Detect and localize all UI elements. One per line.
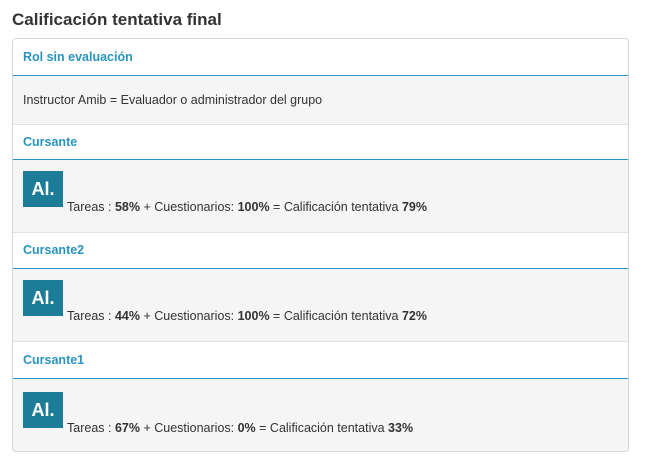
grades-panel: Rol sin evaluación Instructor Amib = Eva… [12, 38, 629, 452]
student-name[interactable]: Cursante2 [23, 243, 84, 257]
student-avatar[interactable]: Al. [23, 280, 63, 316]
final-grade-value: 72% [401, 309, 427, 323]
student-grade-body: Al. Tareas : 44% + Cuestionarios: 100% =… [13, 269, 628, 341]
cuestionarios-label: + Cuestionarios: [139, 309, 238, 323]
tareas-label: Tareas : [67, 200, 115, 214]
student-name[interactable]: Cursante [23, 135, 77, 149]
cuestionarios-value: 100% [237, 309, 270, 323]
final-grade-value: 79% [401, 200, 427, 214]
cuestionarios-value: 0% [237, 421, 256, 435]
student-grade-body: Al. Tareas : 67% + Cuestionarios: 0% = C… [13, 379, 628, 451]
role-description: Instructor Amib = Evaluador o administra… [23, 93, 323, 107]
student-grade-body: Al. Tareas : 58% + Cuestionarios: 100% =… [13, 160, 628, 232]
tareas-label: Tareas : [67, 309, 115, 323]
student-avatar[interactable]: Al. [23, 171, 63, 207]
student-name[interactable]: Cursante1 [23, 353, 84, 367]
section-header-student: Cursante [13, 125, 628, 160]
final-label: = Calificación tentativa [269, 200, 402, 214]
tareas-value: 67% [114, 421, 140, 435]
grade-summary: Tareas : 44% + Cuestionarios: 100% = Cal… [67, 309, 427, 323]
cuestionarios-label: + Cuestionarios: [139, 200, 238, 214]
student-avatar[interactable]: Al. [23, 392, 63, 428]
role-section-title: Rol sin evaluación [23, 50, 133, 64]
page-title: Calificación tentativa final [12, 10, 222, 29]
final-label: = Calificación tentativa [269, 309, 402, 323]
section-header-student: Cursante1 [13, 342, 628, 379]
final-label: = Calificación tentativa [255, 421, 389, 435]
grade-summary: Tareas : 67% + Cuestionarios: 0% = Calif… [67, 421, 413, 435]
role-section-body: Instructor Amib = Evaluador o administra… [13, 76, 628, 124]
cuestionarios-label: + Cuestionarios: [139, 421, 238, 435]
tareas-value: 58% [114, 200, 140, 214]
grade-summary: Tareas : 58% + Cuestionarios: 100% = Cal… [67, 200, 427, 214]
tareas-value: 44% [114, 309, 140, 323]
final-grade-value: 33% [388, 421, 414, 435]
tareas-label: Tareas : [67, 421, 115, 435]
section-header-role: Rol sin evaluación [13, 39, 628, 76]
section-header-student: Cursante2 [13, 233, 628, 269]
cuestionarios-value: 100% [237, 200, 270, 214]
